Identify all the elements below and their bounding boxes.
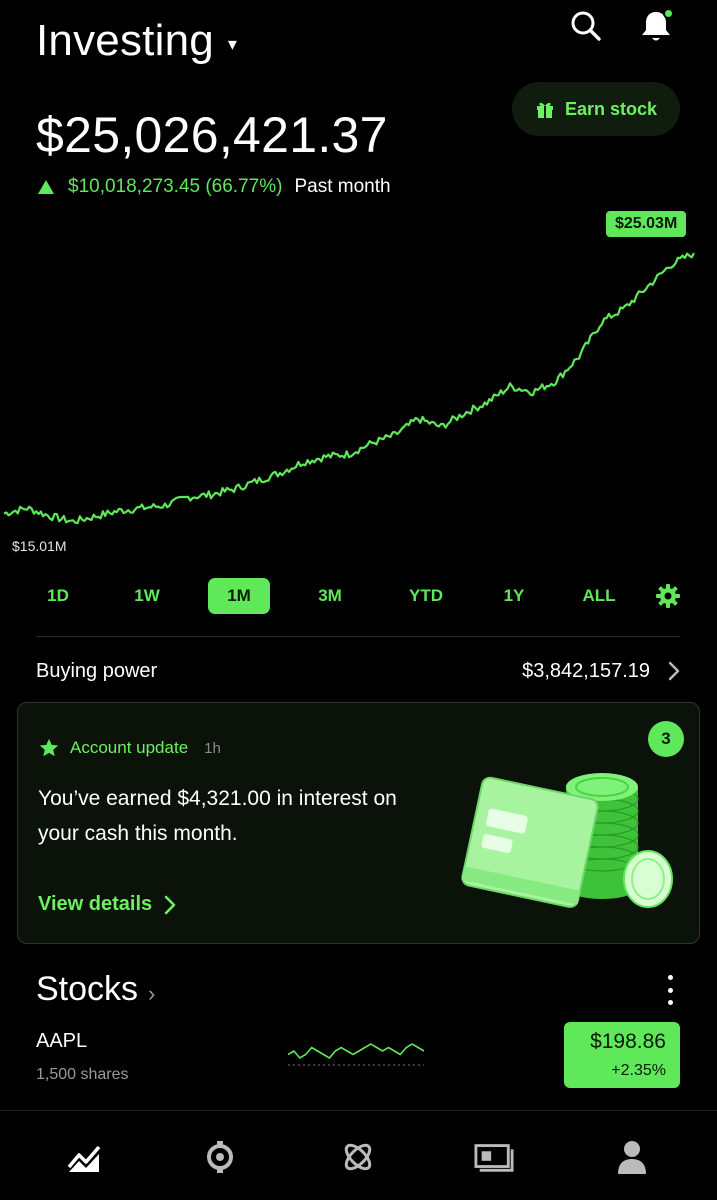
stock-row-aapl[interactable]: AAPL 1,500 shares $198.86 +2.35% xyxy=(36,1022,680,1092)
earn-stock-label: Earn stock xyxy=(564,98,658,119)
stocks-title: Stocks xyxy=(36,970,139,1008)
portfolio-chart[interactable] xyxy=(0,205,717,565)
divider xyxy=(36,636,680,637)
range-ytd[interactable]: YTD xyxy=(398,578,454,614)
account-tab-icon[interactable] xyxy=(612,1137,652,1177)
card-time: 1h xyxy=(204,739,221,757)
notification-dot xyxy=(663,8,674,19)
portfolio-change: $10,018,273.45 (66.77%) Past month xyxy=(38,176,391,198)
stock-price: $198.86 xyxy=(590,1030,666,1053)
portfolio-balance: $25,026,421.37 xyxy=(36,107,388,163)
crypto-tab-icon[interactable] xyxy=(200,1137,240,1177)
stock-shares: 1,500 shares xyxy=(36,1066,129,1083)
chart-max-label: $25.03M xyxy=(606,211,687,237)
range-3m[interactable]: 3M xyxy=(308,578,352,614)
buying-power-row[interactable]: Buying power $3,842,157.19 xyxy=(36,654,680,688)
stock-quote-button[interactable]: $198.86 +2.35% xyxy=(564,1022,680,1088)
view-details-label: View details xyxy=(38,893,153,915)
star-icon xyxy=(39,738,59,757)
range-1w[interactable]: 1W xyxy=(126,578,168,614)
caret-down-icon: ▾ xyxy=(227,33,238,54)
stock-change: +2.35% xyxy=(611,1062,666,1079)
range-1y[interactable]: 1Y xyxy=(494,578,534,614)
buying-power-label: Buying power xyxy=(36,659,158,682)
gift-icon xyxy=(536,102,553,118)
investing-tab-icon[interactable] xyxy=(64,1137,104,1177)
chevron-right-icon: › xyxy=(148,980,156,1006)
view-details-link[interactable]: View details xyxy=(38,893,176,916)
stock-symbol: AAPL xyxy=(36,1030,88,1052)
earn-stock-button[interactable]: Earn stock xyxy=(512,82,680,136)
more-options-icon[interactable] xyxy=(660,975,680,1005)
gear-icon[interactable] xyxy=(654,582,682,610)
page-title-dropdown[interactable]: Investing ▾ xyxy=(36,16,237,66)
bottom-tab-bar xyxy=(0,1110,717,1200)
cash-tab-icon[interactable] xyxy=(474,1137,514,1177)
buying-power-value: $3,842,157.19 xyxy=(522,659,650,682)
range-all[interactable]: ALL xyxy=(574,578,624,614)
bell-icon[interactable] xyxy=(636,6,676,46)
top-bar: Investing ▾ xyxy=(0,0,717,90)
stock-sparkline xyxy=(287,1043,425,1066)
chevron-right-icon xyxy=(668,661,680,681)
card-meta: Account update 1h xyxy=(38,737,221,759)
card-label: Account update xyxy=(70,738,189,757)
network-tab-icon[interactable] xyxy=(338,1137,378,1177)
stocks-heading[interactable]: Stocks › xyxy=(36,970,155,1009)
sparkline-line xyxy=(287,1043,425,1060)
portfolio-series-line xyxy=(3,252,695,525)
account-update-card[interactable]: Account update 1h You’ve earned $4,321.0… xyxy=(17,702,700,944)
range-1m[interactable]: 1M xyxy=(208,578,270,614)
change-amount: $10,018,273.45 (66.77%) xyxy=(68,176,283,197)
search-icon[interactable] xyxy=(566,6,606,46)
chevron-right-icon xyxy=(164,895,176,914)
chart-min-label: $15.01M xyxy=(12,538,67,554)
up-triangle-icon xyxy=(38,180,54,194)
card-body: You’ve earned $4,321.00 in interest on y… xyxy=(38,787,397,845)
credit-card-and-coins-illustration xyxy=(461,773,673,908)
page-title: Investing xyxy=(36,16,214,65)
change-period: Past month xyxy=(294,176,391,197)
range-selector: 1D 1W 1M 3M YTD 1Y ALL xyxy=(0,578,717,614)
range-1d[interactable]: 1D xyxy=(38,578,78,614)
